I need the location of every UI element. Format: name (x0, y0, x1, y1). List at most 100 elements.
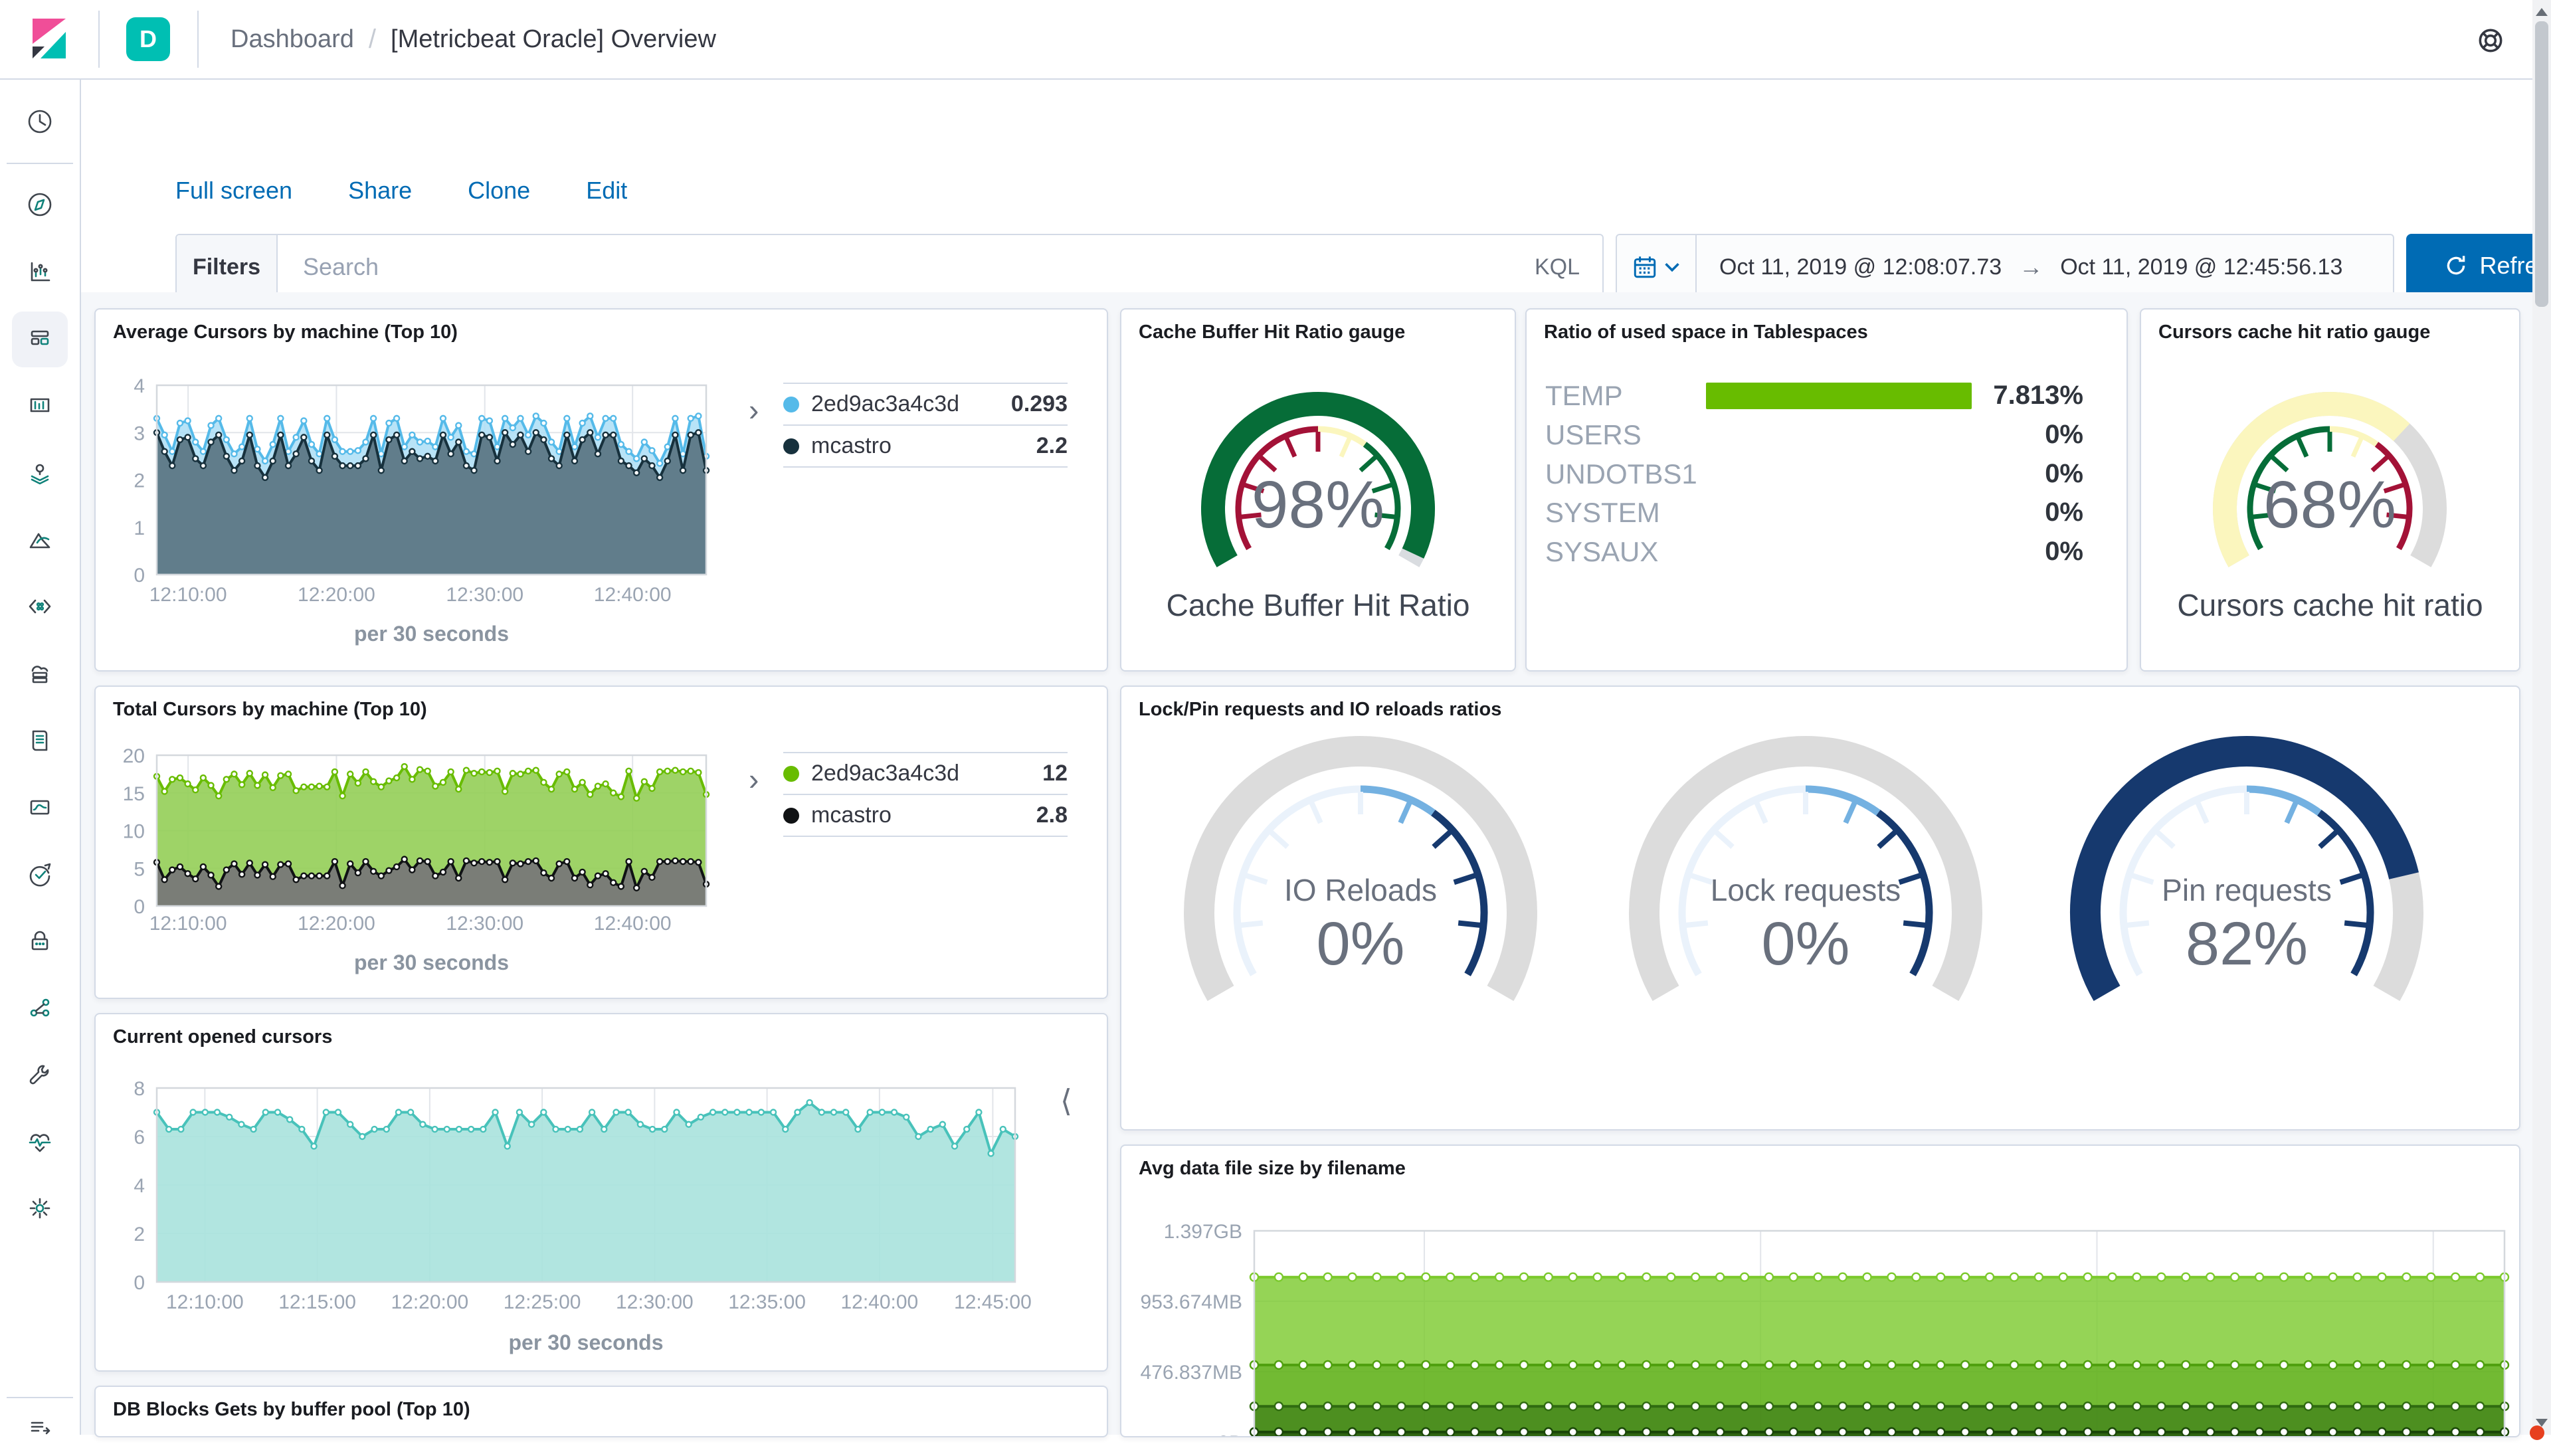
legend-item[interactable]: mcastro 2.8 (783, 794, 1068, 837)
svg-text:12:30:00: 12:30:00 (446, 913, 523, 935)
legend-dot (783, 807, 799, 824)
svg-text:12:45:00: 12:45:00 (954, 1291, 1032, 1313)
sidebar-item-machine-learning[interactable] (12, 513, 68, 569)
legend-item[interactable]: 2ed9ac3a4c3d 0.293 (783, 383, 1068, 424)
sidebar-item-uptime[interactable] (12, 848, 68, 903)
sidebar-item-monitoring[interactable] (12, 1115, 68, 1170)
code-icon (29, 599, 51, 614)
panel-title[interactable]: Average Cursors by machine (Top 10) (113, 321, 458, 343)
refresh-button[interactable]: Refresh (2406, 234, 2551, 298)
sidebar-item-visualize[interactable] (12, 244, 68, 300)
breadcrumb-section[interactable]: Dashboard (231, 25, 354, 54)
tablespace-row[interactable]: SYSAUX 0% (1545, 532, 2083, 571)
tablespace-value: 0% (2045, 420, 2083, 449)
svg-text:953.674MB: 953.674MB (1141, 1291, 1242, 1313)
legend-expand-icon[interactable]: › (749, 761, 759, 797)
sidebar-item-discover[interactable] (12, 177, 68, 232)
svg-text:6: 6 (134, 1127, 145, 1148)
panel-title[interactable]: Avg data file size by filename (1139, 1158, 1406, 1180)
panel-title[interactable]: Lock/Pin requests and IO reloads ratios (1139, 699, 1501, 721)
query-bar: Filters Search KQL (175, 234, 1604, 300)
svg-text:1: 1 (134, 517, 145, 539)
devtools-icon (29, 1065, 49, 1085)
top-header-bar: D Dashboard / [Metricbeat Oracle] Overvi… (0, 0, 2551, 80)
scrollbar-thumb[interactable] (2535, 21, 2548, 307)
sidebar-item-apm[interactable] (12, 780, 68, 836)
svg-text:10: 10 (123, 821, 145, 843)
discover-icon (28, 193, 52, 217)
panel-title[interactable]: Current opened cursors (113, 1026, 332, 1048)
avatar[interactable]: D (126, 17, 170, 61)
panel-title[interactable]: Cursors cache hit ratio gauge (2158, 321, 2430, 343)
sidebar-item-dashboard[interactable] (12, 312, 68, 367)
scrollbar-up-arrow[interactable] (2536, 8, 2548, 16)
sidebar-item-maps[interactable] (12, 446, 68, 501)
total-cursors-chart[interactable]: 20 15 10 5 0 12:10:00 12:20:00 12:30:00 12:40:00… (96, 687, 1107, 998)
panel-title[interactable]: Cache Buffer Hit Ratio gauge (1139, 321, 1405, 343)
avg-cursors-chart[interactable]: 4 3 2 1 0 12:10:00 12:20:00 12:30:00 12:40:00 per… (96, 310, 1107, 670)
sidebar-item-code[interactable] (12, 579, 68, 634)
canvas-icon (30, 398, 50, 412)
lock-pin-gauges[interactable]: IO Reloads 0% Lock requests 0% Pin requests 8… (1121, 687, 2519, 1129)
kibana-logo-icon[interactable] (30, 17, 68, 61)
sidebar-divider (7, 1397, 73, 1398)
chart-legend: › 2ed9ac3a4c3d 0.293 mcastro 2.2 (749, 383, 1068, 468)
panel-title[interactable]: Total Cursors by machine (Top 10) (113, 699, 427, 721)
tablespace-row[interactable]: TEMP 7.813% (1545, 376, 2083, 415)
opened-cursors-chart[interactable]: 8 6 4 2 0 12:10:00 12:15:00 12:20:00 12:25:00 12:… (96, 1014, 1107, 1370)
sidebar-item-canvas[interactable] (12, 379, 68, 434)
svg-text:12:10:00: 12:10:00 (149, 584, 227, 606)
sidebar-collapse-button[interactable] (12, 1400, 68, 1456)
legend-item[interactable]: mcastro 2.2 (783, 424, 1068, 468)
header-divider (98, 11, 100, 68)
clock-icon (28, 110, 52, 134)
sidebar-item-infrastructure[interactable] (12, 646, 68, 701)
svg-text:12:30:00: 12:30:00 (446, 584, 523, 606)
sidebar-item-graph[interactable] (12, 980, 68, 1036)
svg-text:98%: 98% (1252, 468, 1384, 542)
tablespace-row[interactable]: SYSTEM 0% (1545, 493, 2083, 532)
sidebar-item-siem[interactable] (12, 913, 68, 969)
panel-title[interactable]: DB Blocks Gets by buffer pool (Top 10) (113, 1399, 470, 1421)
legend-label: mcastro (811, 433, 892, 458)
panel-total-cursors: 20 15 10 5 0 12:10:00 12:20:00 12:30:00 12:40:00… (94, 685, 1108, 999)
date-from[interactable]: Oct 11, 2019 @ 12:08:07.73 (1719, 254, 2002, 280)
avg-file-size-chart[interactable]: 1.397GB 953.674MB 476.837MB 0B (1121, 1146, 2519, 1436)
sidebar-item-management[interactable] (12, 1180, 68, 1236)
page-title: [Metricbeat Oracle] Overview (391, 25, 716, 53)
date-to[interactable]: Oct 11, 2019 @ 12:45:56.13 (2060, 254, 2342, 280)
graph-icon (30, 998, 50, 1017)
edit-link[interactable]: Edit (586, 177, 627, 205)
clone-link[interactable]: Clone (468, 177, 530, 205)
sidebar-item-dev-tools[interactable] (12, 1047, 68, 1103)
panel-title[interactable]: Ratio of used space in Tablespaces (1544, 321, 1868, 343)
infra-icon (31, 666, 48, 683)
svg-text:IO Reloads: IO Reloads (1284, 873, 1437, 907)
help-life-ring-icon[interactable] (2475, 25, 2506, 56)
tablespace-row[interactable]: USERS 0% (1545, 415, 2083, 454)
sidebar-item-recently-viewed[interactable] (12, 94, 68, 149)
legend-collapse-icon[interactable]: ⟨ (1060, 1083, 1072, 1119)
tablespace-value: 0% (2045, 537, 2083, 566)
chevron-down-icon (1665, 263, 1679, 272)
share-link[interactable]: Share (348, 177, 412, 205)
full-screen-link[interactable]: Full screen (175, 177, 292, 205)
kql-switch[interactable]: KQL (1535, 254, 1580, 280)
legend-expand-icon[interactable]: › (749, 392, 759, 428)
search-input[interactable]: Search (303, 253, 1535, 281)
svg-text:4: 4 (134, 375, 145, 397)
legend-value: 2.8 (1036, 802, 1068, 828)
legend-item[interactable]: 2ed9ac3a4c3d 12 (783, 752, 1068, 794)
svg-text:2: 2 (134, 470, 145, 492)
svg-text:1.397GB: 1.397GB (1164, 1221, 1242, 1243)
svg-text:12:30:00: 12:30:00 (616, 1291, 694, 1313)
sidebar-item-logs[interactable] (12, 713, 68, 769)
date-quick-select[interactable] (1617, 235, 1697, 299)
collapse-menu-icon (31, 1421, 50, 1435)
svg-text:0: 0 (134, 896, 145, 918)
filters-button[interactable]: Filters (177, 235, 278, 299)
svg-text:per 30 seconds: per 30 seconds (354, 622, 509, 646)
tablespace-row[interactable]: UNDOTBS1 0% (1545, 454, 2083, 494)
svg-text:476.837MB: 476.837MB (1141, 1362, 1242, 1384)
tablespace-label: USERS (1545, 418, 1642, 450)
